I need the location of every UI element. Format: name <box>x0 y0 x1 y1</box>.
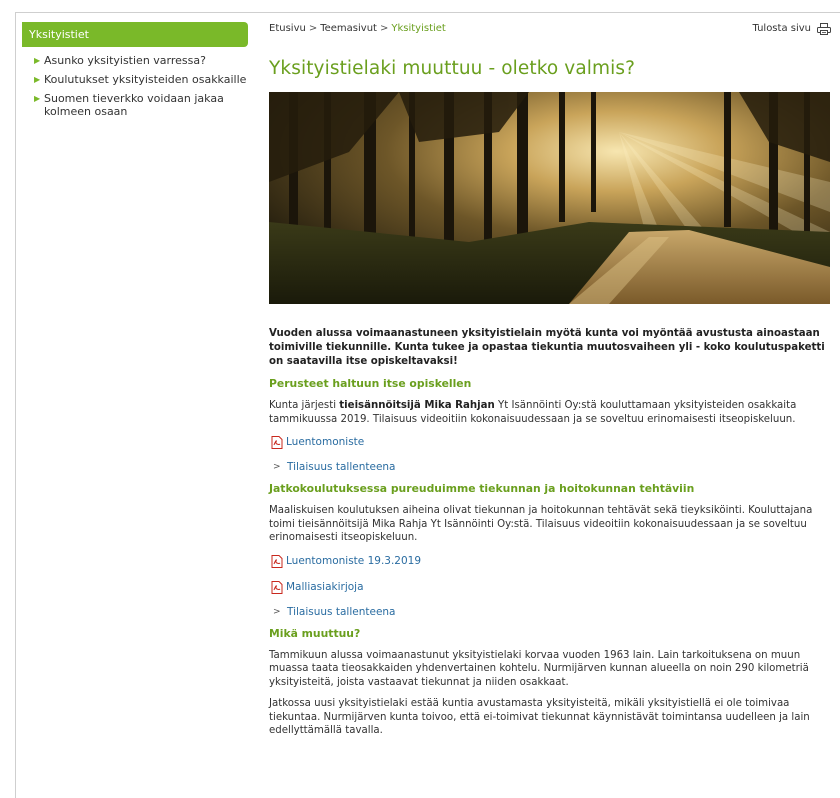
sidebar-item-tieverkko[interactable]: ▶ Suomen tieverkko voidaan jakaa kolmeen… <box>22 91 248 122</box>
pdf-icon <box>271 554 283 568</box>
pdf-icon <box>271 436 283 449</box>
trainer-name: tieisännöitsijä Mika Rahjan <box>339 400 495 411</box>
pdf-icon <box>271 580 283 594</box>
printer-icon <box>817 23 831 35</box>
chevron-right-icon: > <box>273 606 281 617</box>
sidebar-item-asunko[interactable]: ▶ Asunko yksityistien varressa? <box>22 53 248 72</box>
sidebar-list: ▶ Asunko yksityistien varressa? ▶ Koulut… <box>22 53 248 122</box>
section3-paragraph-2: Jatkossa uusi yksityistielaki estää kunt… <box>269 698 810 736</box>
sidebar-title[interactable]: Yksityistiet <box>22 22 248 47</box>
section-heading-jatkokoulutus: Jatkokoulutuksessa pureuduimme tiekunnan… <box>269 482 695 495</box>
pdf-link-label[interactable]: Luentomoniste <box>286 436 364 449</box>
triangle-right-icon: ▶ <box>34 75 41 84</box>
section-heading-perusteet: Perusteet haltuun itse opiskellen <box>269 377 472 390</box>
breadcrumb-separator: > <box>379 23 389 34</box>
forest-road-image <box>269 92 830 304</box>
breadcrumb: Etusivu > Teemasivut > Yksityistiet <box>269 22 831 36</box>
recording-link-2[interactable]: > Tilaisuus tallenteena <box>273 606 831 619</box>
section1-paragraph: Kunta järjesti tieisännöitsijä Mika Rahj… <box>269 400 797 425</box>
breadcrumb-current: Yksityistiet <box>391 23 446 34</box>
recording-link-label[interactable]: Tilaisuus tallenteena <box>287 461 396 474</box>
pdf-link-label[interactable]: Luentomoniste 19.3.2019 <box>286 555 421 568</box>
sidebar-item-label: Koulutukset yksityisteiden osakkaille <box>44 73 247 86</box>
breadcrumb-separator: > <box>308 23 318 34</box>
chevron-right-icon: > <box>273 462 281 472</box>
top-bar: Etusivu > Teemasivut > Yksityistiet Tulosta … <box>269 22 831 38</box>
triangle-right-icon: ▶ <box>34 94 41 103</box>
recording-link-1[interactable]: > Tilaisuus tallenteena <box>273 461 831 474</box>
print-label: Tulosta sivu <box>752 23 811 34</box>
pdf-link-label[interactable]: Malliasiakirjoja <box>286 581 364 594</box>
pdf-link-luentomoniste[interactable]: Luentomoniste <box>271 436 831 449</box>
section2-paragraph: Maaliskuisen koulutuksen aiheina olivat … <box>269 505 813 543</box>
hero-image <box>269 92 830 304</box>
lead-paragraph: Vuoden alussa voimaanastuneen yksityisti… <box>269 328 825 367</box>
page-title: Yksityistielaki muuttuu - oletko valmis? <box>269 58 636 79</box>
sidebar-item-label: Asunko yksityistien varressa? <box>44 54 206 67</box>
breadcrumb-section[interactable]: Teemasivut <box>320 23 377 34</box>
sidebar-item-label: Suomen tieverkko voidaan jakaa kolmeen o… <box>44 92 224 118</box>
main-content: Etusivu > Teemasivut > Yksityistiet Tulosta … <box>269 22 831 738</box>
breadcrumb-home[interactable]: Etusivu <box>269 23 306 34</box>
recording-link-label[interactable]: Tilaisuus tallenteena <box>287 606 396 619</box>
section-heading-mika-muuttuu: Mikä muuttuu? <box>269 626 361 640</box>
section3-paragraph-1: Tammikuun alussa voimaanastunut yksityis… <box>269 649 809 688</box>
triangle-right-icon: ▶ <box>34 56 41 65</box>
pdf-link-malliasiakirjoja[interactable]: Malliasiakirjoja <box>271 580 831 594</box>
pdf-link-luentomoniste-19-3[interactable]: Luentomoniste 19.3.2019 <box>271 554 831 568</box>
sidebar-nav: Yksityistiet ▶ Asunko yksityistien varre… <box>22 22 248 122</box>
print-button[interactable]: Tulosta sivu <box>752 22 831 36</box>
sidebar-item-koulutukset[interactable]: ▶ Koulutukset yksityisteiden osakkaille <box>22 72 248 91</box>
